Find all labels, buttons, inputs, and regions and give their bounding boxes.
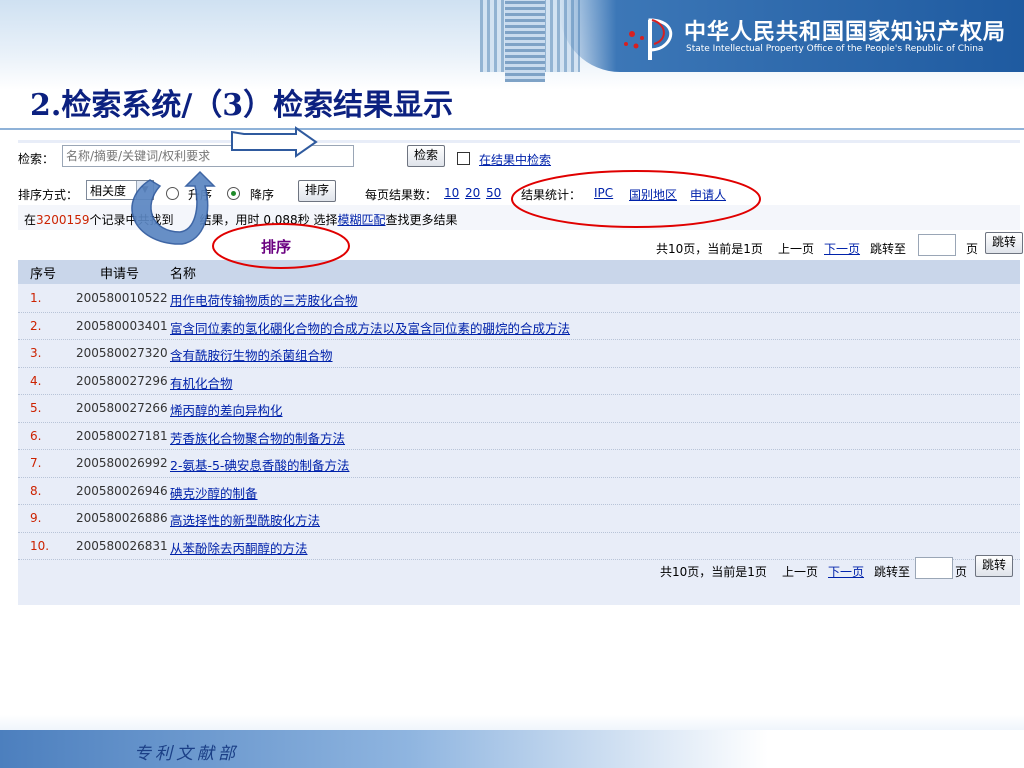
annotation-overlay [131, 126, 761, 269]
stats-highlight-ellipse [511, 170, 761, 228]
sort-annotation-label: 排序 [261, 238, 292, 256]
curved-arrow-icon [131, 170, 216, 245]
arrow-right-icon [231, 126, 318, 158]
footer-text: 专利文献部 [134, 744, 239, 764]
